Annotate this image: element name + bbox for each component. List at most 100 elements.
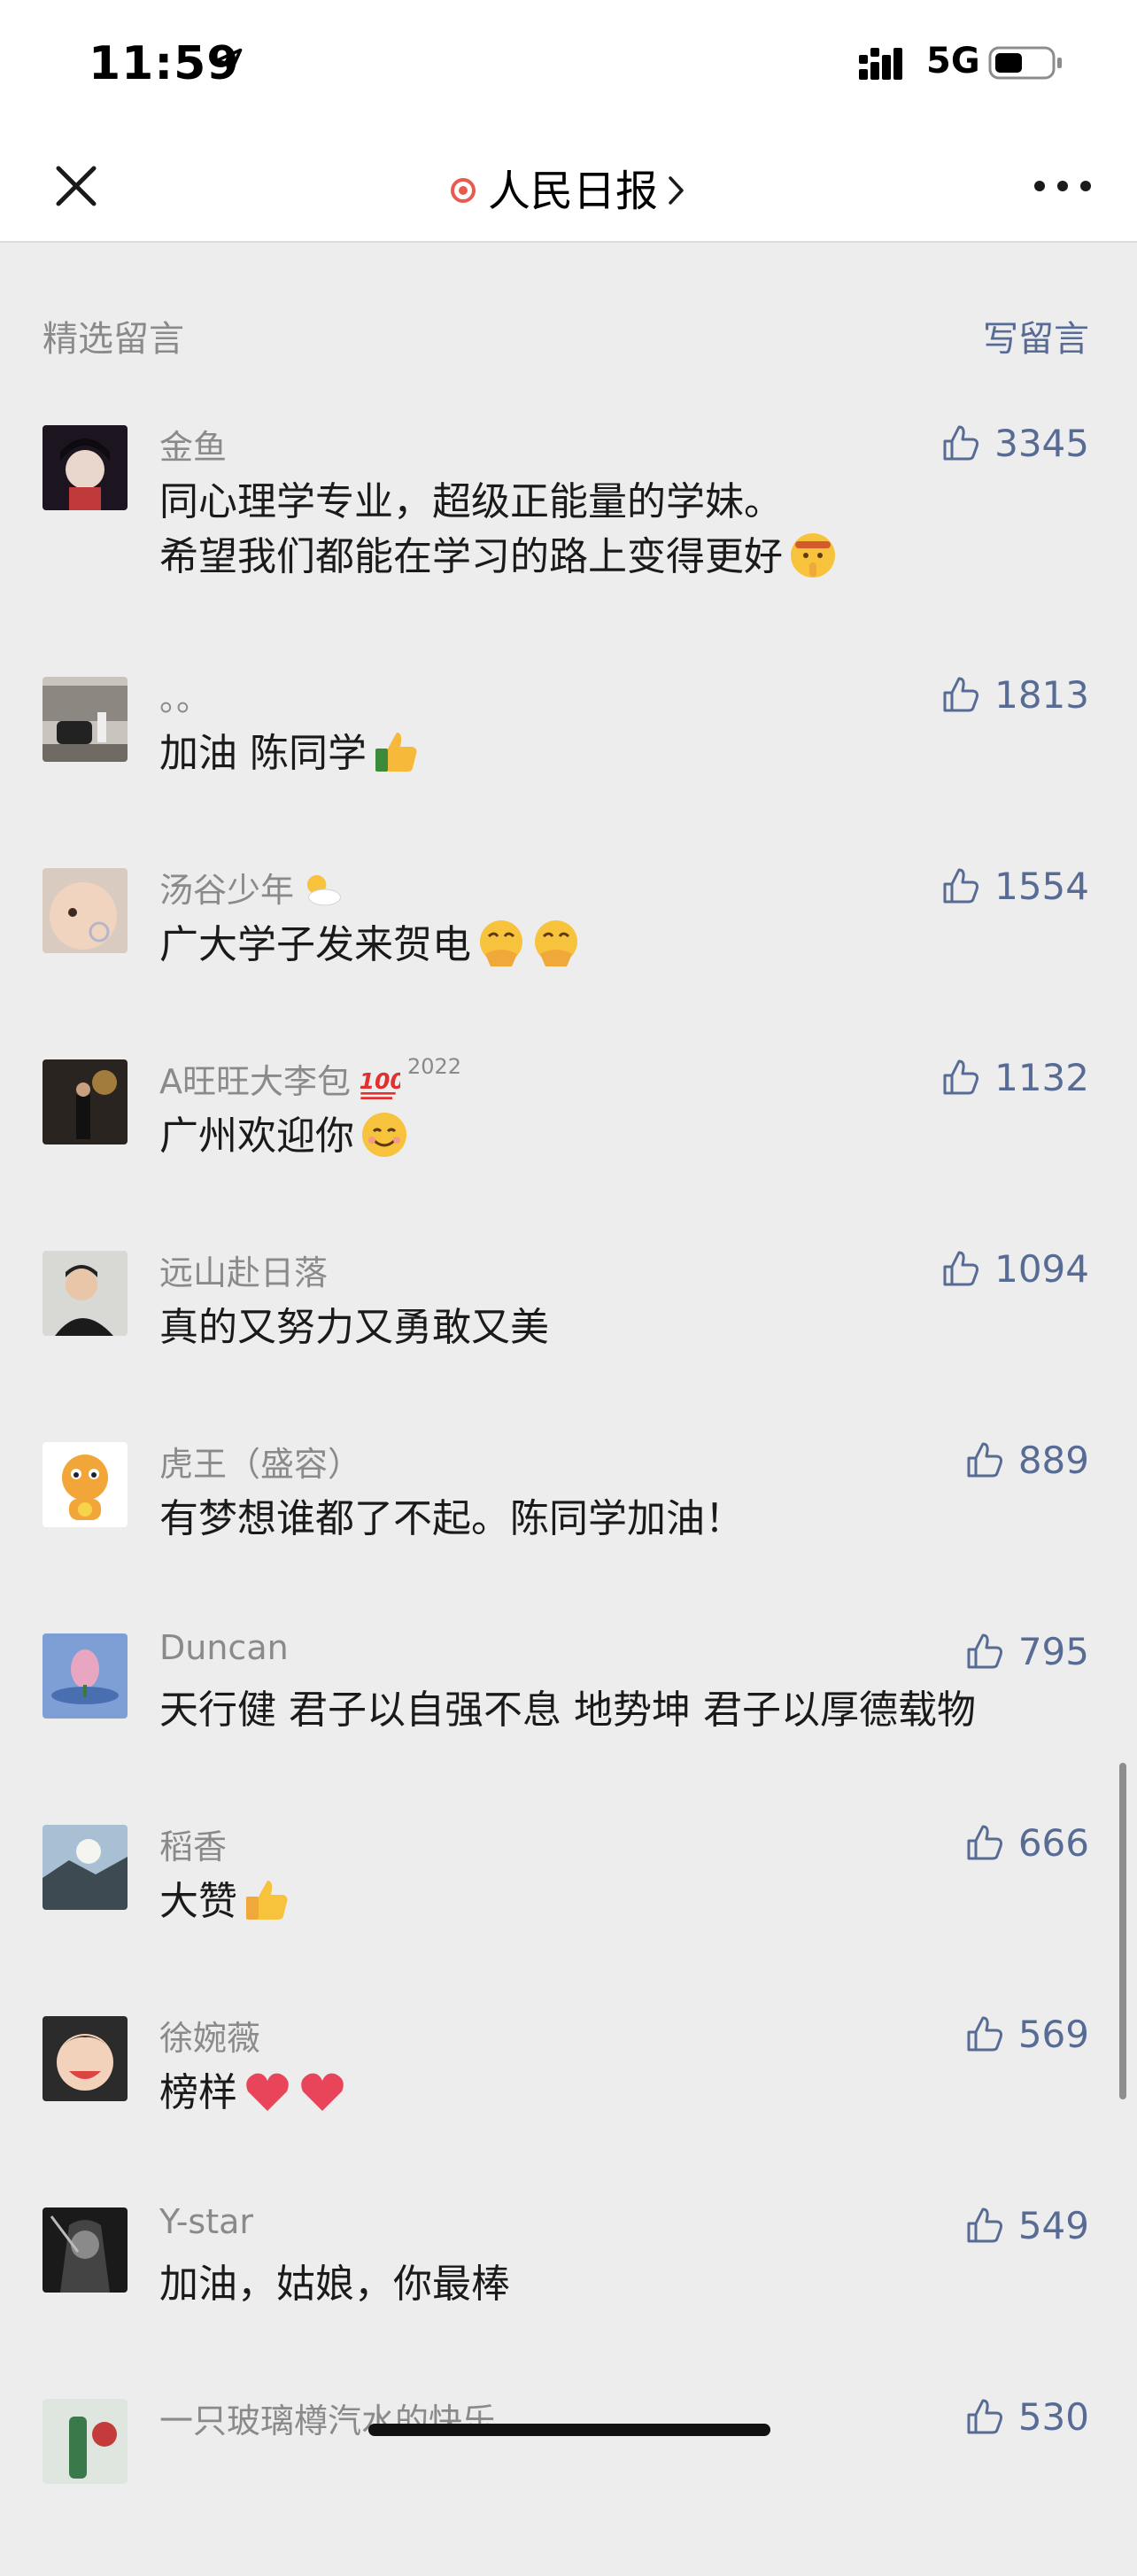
comment-nickname: 徐婉薇: [159, 2019, 261, 2058]
avatar[interactable]: [43, 2399, 128, 2484]
live-dot-icon: [450, 178, 476, 203]
comment-item: 。。 加油 陈同学 1813: [0, 673, 1137, 854]
thumbs-up-icon: [967, 1442, 1002, 1478]
battery-icon: [988, 46, 1062, 80]
avatar[interactable]: [43, 2207, 128, 2293]
like-button[interactable]: 549: [963, 2200, 1089, 2250]
avatar[interactable]: [43, 1825, 128, 1910]
like-count: 666: [1017, 1820, 1089, 1865]
thumbs-up-emoji: [246, 1881, 288, 1920]
comment-text: 有梦想谁都了不起。陈同学加油！: [159, 1492, 744, 1547]
hand-over-mouth-emoji: [535, 920, 577, 966]
thumbs-up-icon: [967, 2399, 1002, 2434]
year-badge: 2022: [407, 1054, 462, 1079]
comment-nickname: 金鱼: [159, 428, 228, 467]
sun-behind-cloud-emoji: [306, 874, 341, 905]
comment-item: A旺旺大李包 100 2022 广州欢迎你 1132: [0, 1054, 1137, 1237]
home-indicator[interactable]: [368, 2424, 770, 2436]
comment-text: 真的又努力又勇敢又美: [159, 1300, 549, 1355]
hundred-points-emoji: 100: [360, 1067, 400, 1099]
comment-item: 徐婉薇 榜样 569: [0, 2013, 1137, 2193]
comment-text: 天行健 君子以自强不息 地势坤 君子以厚德载物: [159, 1683, 976, 1738]
like-count: 795: [1017, 1629, 1089, 1673]
like-button[interactable]: 1554: [940, 861, 1089, 911]
comment-item: 远山赴日落 真的又努力又勇敢又美 1094: [0, 1247, 1137, 1428]
thumbs-up-icon: [943, 868, 979, 904]
thumbs-up-icon: [967, 1825, 1002, 1860]
avatar[interactable]: [43, 1251, 128, 1336]
avatar[interactable]: [43, 868, 128, 953]
scrollbar[interactable]: [1119, 1763, 1126, 2099]
comment-text: 广大学子发来贺电: [159, 918, 581, 973]
comment-item: 稻香 大赞 666: [0, 1821, 1137, 2002]
comment-item: 虎王（盛容） 有梦想谁都了不起。陈同学加油！ 889: [0, 1439, 1137, 1619]
thumbs-up-icon: [967, 2207, 1002, 2243]
thumbs-up-icon: [967, 2016, 1002, 2052]
comment-line: 大赞: [159, 1874, 292, 1929]
like-count: 569: [1017, 2012, 1089, 2056]
thumbs-up-icon: [943, 1251, 979, 1286]
avatar[interactable]: [43, 1442, 128, 1527]
avatar[interactable]: [43, 2016, 128, 2101]
comment-line: 希望我们都能在学习的路上变得更好: [159, 530, 838, 585]
comment-item: 金鱼 同心理学专业，超级正能量的学妹。 希望我们都能在学习的路上变得更好 334…: [0, 422, 1137, 602]
comment-item: Y-star 加油，姑娘，你最棒 549: [0, 2202, 1137, 2385]
like-button[interactable]: 889: [963, 1435, 1089, 1485]
like-count: 1554: [994, 864, 1089, 908]
comment-text: 榜样: [159, 2066, 347, 2121]
like-count: 1813: [994, 672, 1089, 717]
comment-line-text: 大赞: [159, 1879, 237, 1924]
comment-text: 加油，姑娘，你最棒: [159, 2257, 510, 2312]
network-label: 5G: [926, 41, 980, 81]
like-button[interactable]: 1132: [940, 1052, 1089, 1102]
like-button[interactable]: 3345: [940, 418, 1089, 468]
account-name: 人民日报: [487, 167, 658, 216]
like-button[interactable]: 530: [963, 2392, 1089, 2441]
section-title: 精选留言: [43, 319, 184, 360]
comment-nickname: 稻香: [159, 1827, 228, 1866]
comment-line: 同心理学专业，超级正能量的学妹。: [159, 479, 783, 524]
thumbs-up-icon: [967, 1633, 1002, 1669]
comment-nickname: 虎王（盛容）: [159, 1445, 362, 1484]
comment-nickname: 。。: [159, 679, 211, 718]
thumbs-up-emoji: [375, 733, 417, 772]
avatar[interactable]: [43, 425, 128, 510]
comment-line: 天行健 君子以自强不息 地势坤 君子以厚德载物: [159, 1688, 976, 1733]
comment-nickname: A旺旺大李包 100 2022: [159, 1054, 461, 1106]
like-button[interactable]: 1094: [940, 1244, 1089, 1293]
like-count: 889: [1017, 1438, 1089, 1482]
hand-over-mouth-emoji: [480, 920, 522, 966]
location-arrow-icon: [214, 48, 243, 76]
comment-nickname: Y-star: [159, 2202, 254, 2241]
comment-line: 加油，姑娘，你最棒: [159, 2262, 510, 2307]
comment-item: 汤谷少年 广大学子发来贺电 1554: [0, 865, 1137, 1045]
comment-text: 广州欢迎你: [159, 1109, 409, 1164]
like-count: 1094: [994, 1246, 1089, 1291]
like-button[interactable]: 666: [963, 1818, 1089, 1867]
avatar[interactable]: [43, 1059, 128, 1144]
avatar[interactable]: [43, 1633, 128, 1719]
like-count: 1132: [994, 1055, 1089, 1099]
like-count: 549: [1017, 2203, 1089, 2247]
comment-line: 真的又努力又勇敢又美: [159, 1305, 549, 1350]
comment-line-text: 榜样: [159, 2070, 237, 2115]
comment-nickname: 汤谷少年: [159, 863, 344, 915]
like-count: 3345: [994, 421, 1089, 465]
comment-text: 加油 陈同学: [159, 726, 422, 781]
comment-line-text: 希望我们都能在学习的路上变得更好: [159, 534, 783, 579]
like-button[interactable]: 795: [963, 1626, 1089, 1676]
chevron-right-icon: [669, 176, 684, 205]
nav-bar: 人民日报: [0, 133, 1137, 243]
like-button[interactable]: 1813: [940, 670, 1089, 719]
status-bar: 11:59 5G: [0, 0, 1137, 133]
like-count: 530: [1017, 2394, 1089, 2439]
comment-text: 大赞: [159, 1874, 292, 1929]
comment-nickname-text: 汤谷少年: [159, 871, 295, 910]
like-button[interactable]: 569: [963, 2009, 1089, 2059]
avatar[interactable]: [43, 677, 128, 762]
more-icon[interactable]: [1027, 168, 1098, 204]
red-heart-emoji: [301, 2073, 344, 2111]
write-comment-button[interactable]: 写留言: [983, 310, 1089, 361]
comment-line: 广州欢迎你: [159, 1109, 409, 1164]
account-title-button[interactable]: 人民日报: [0, 156, 1137, 218]
